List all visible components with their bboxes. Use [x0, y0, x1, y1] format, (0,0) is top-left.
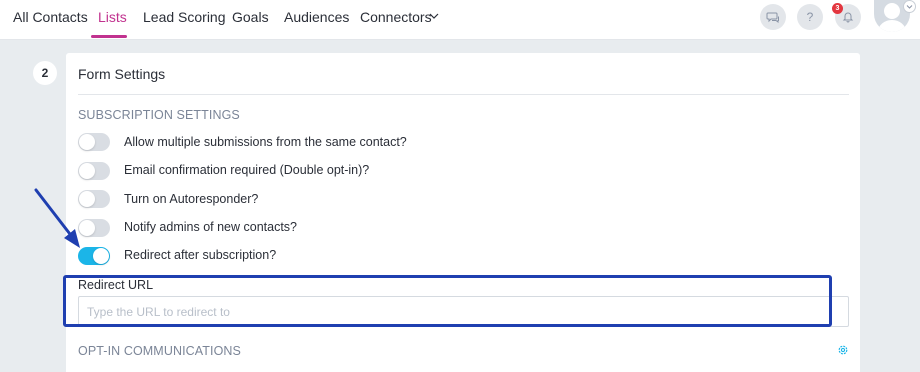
tab-lead-scoring[interactable]: Lead Scoring [143, 0, 226, 40]
active-tab-indicator [91, 35, 127, 38]
optin-communications-heading: OPT-IN COMMUNICATIONS [78, 344, 241, 358]
top-navigation: All Contacts Lists Lead Scoring Goals Au… [0, 0, 920, 40]
notification-badge: 3 [832, 3, 843, 14]
option-label: Turn on Autoresponder? [124, 192, 259, 206]
chat-button[interactable] [760, 4, 786, 30]
redirect-url-label: Redirect URL [78, 278, 154, 292]
tab-all-contacts[interactable]: All Contacts [13, 0, 88, 40]
avatar-dropdown-button[interactable] [903, 0, 916, 13]
option-label: Redirect after subscription? [124, 248, 277, 262]
chat-icon [766, 12, 779, 23]
option-label: Notify admins of new contacts? [124, 220, 297, 234]
subscription-settings-heading: SUBSCRIPTION SETTINGS [78, 108, 240, 122]
option-label: Allow multiple submissions from the same… [124, 135, 407, 149]
toggle-double-optin[interactable] [78, 162, 110, 180]
tab-goals[interactable]: Goals [232, 0, 269, 40]
tab-lists[interactable]: Lists [98, 0, 127, 40]
toggle-autoresponder[interactable] [78, 190, 110, 208]
bell-icon [842, 12, 854, 23]
toggle-notify-admins[interactable] [78, 219, 110, 237]
form-settings-card: Form Settings SUBSCRIPTION SETTINGS Allo… [66, 53, 860, 372]
chevron-down-icon [906, 5, 913, 9]
gear-icon[interactable] [837, 344, 849, 356]
toggle-multiple-submissions[interactable] [78, 133, 110, 151]
tab-connectors[interactable]: Connectors [360, 0, 432, 40]
help-button[interactable]: ? [797, 4, 823, 30]
divider [78, 94, 849, 95]
toggle-redirect-after-subscription[interactable] [78, 247, 110, 265]
card-title: Form Settings [78, 66, 166, 82]
help-icon: ? [806, 10, 814, 24]
option-label: Email confirmation required (Double opt-… [124, 163, 370, 177]
tab-audiences[interactable]: Audiences [284, 0, 349, 40]
redirect-url-input[interactable] [78, 296, 849, 327]
step-number: 2 [33, 61, 57, 85]
chevron-down-icon[interactable] [429, 11, 439, 21]
